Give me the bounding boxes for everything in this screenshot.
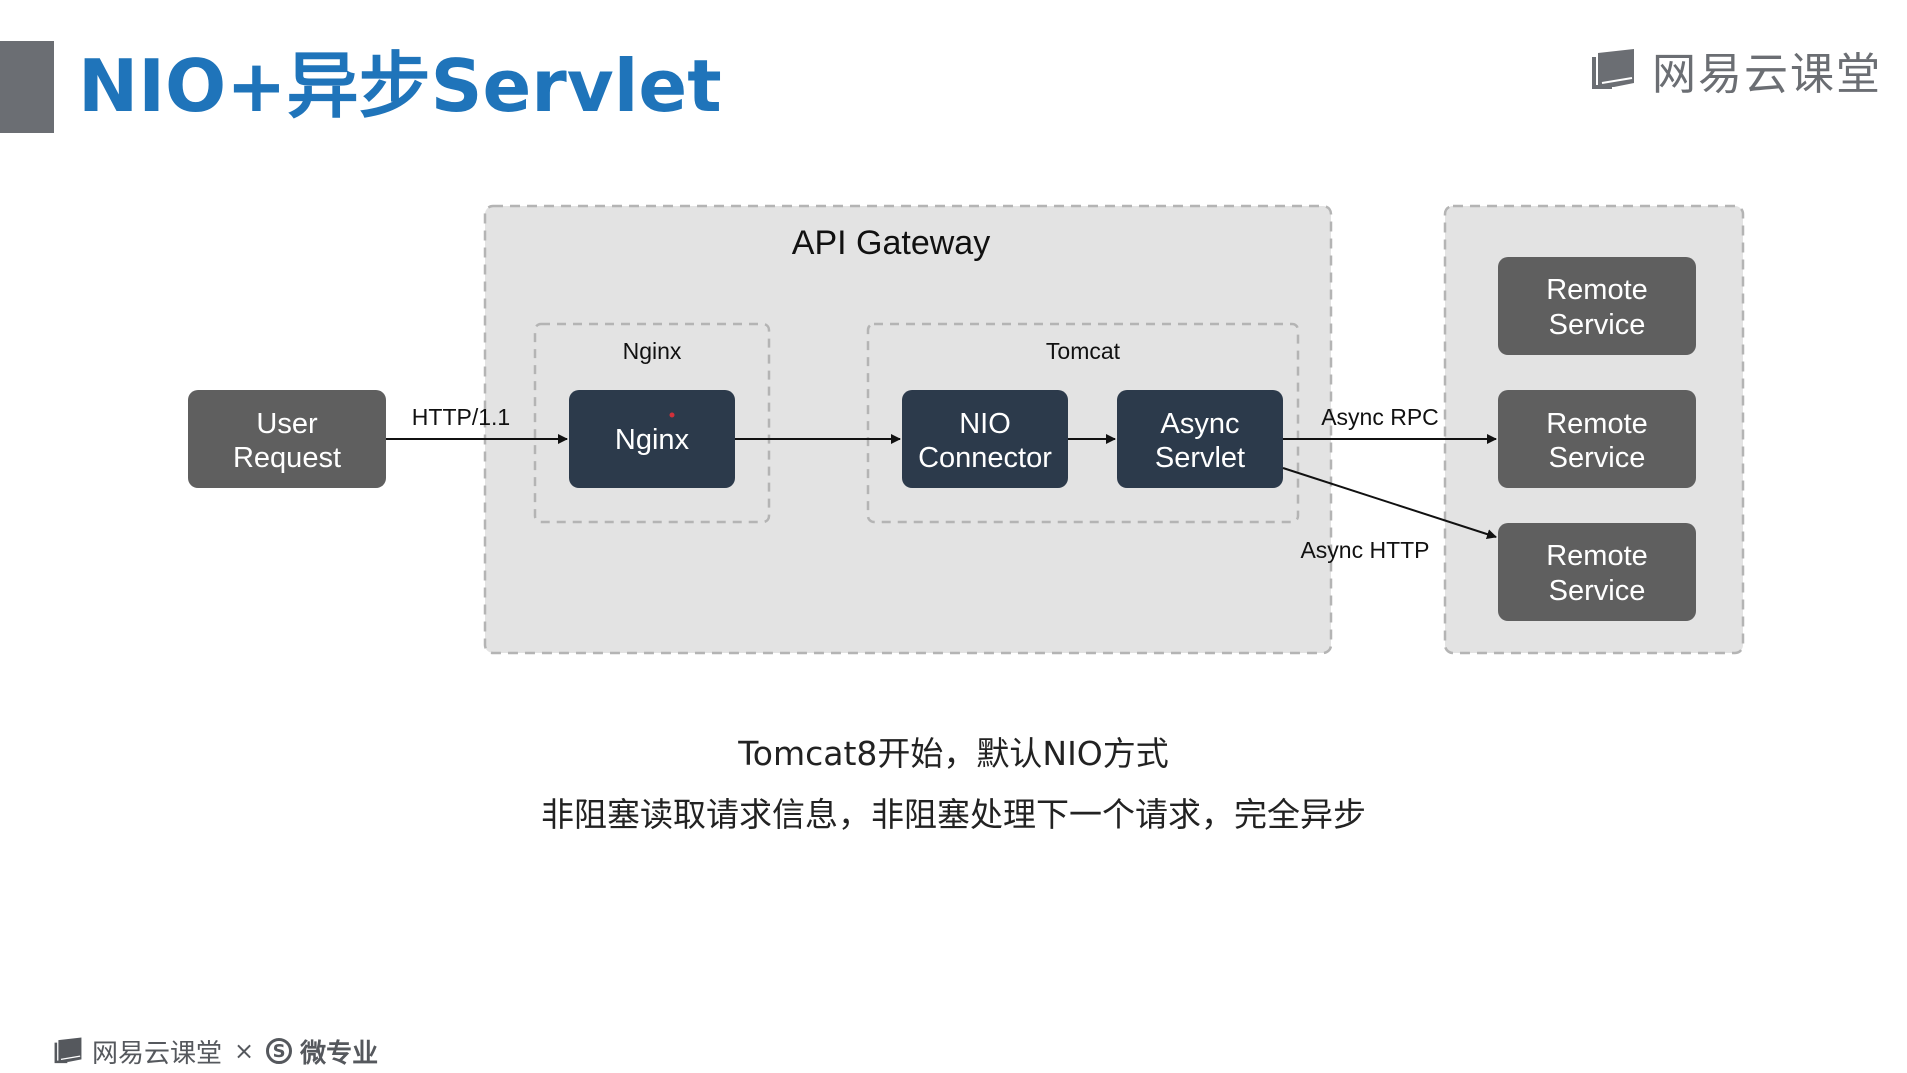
s-logo-icon: S <box>266 1038 293 1064</box>
remote-service-node-2: Remote Service <box>1498 390 1696 488</box>
edge-label-async-rpc: Async RPC <box>1321 404 1439 430</box>
user-request-node: User Request <box>188 390 386 488</box>
book-icon-small <box>52 1036 84 1066</box>
nio-connector-node: NIO Connector <box>902 390 1068 488</box>
svg-text:Servlet: Servlet <box>1155 442 1245 474</box>
footer-brand-left: 网易云课堂 <box>92 1038 223 1069</box>
edge-label-http: HTTP/1.1 <box>412 404 510 430</box>
svg-text:Request: Request <box>233 442 341 474</box>
svg-text:Service: Service <box>1549 442 1646 474</box>
footer-times: × <box>234 1037 255 1065</box>
red-dot-marker <box>669 412 675 418</box>
footer-brand: 网易云课堂 × S 微专业 <box>52 1034 379 1069</box>
edge-label-async-http: Async HTTP <box>1300 537 1429 563</box>
architecture-diagram: API Gateway Nginx Tomcat User Request Ng… <box>188 204 1745 655</box>
nginx-group-label: Nginx <box>623 338 682 364</box>
svg-text:Remote: Remote <box>1546 408 1648 440</box>
api-gateway-label: API Gateway <box>792 224 990 262</box>
remote-service-node-1: Remote Service <box>1498 257 1696 355</box>
svg-text:Service: Service <box>1549 575 1646 607</box>
svg-text:Service: Service <box>1549 309 1646 341</box>
footer-brand-right: 微专业 <box>300 1038 379 1069</box>
tomcat-group-label: Tomcat <box>1046 338 1121 364</box>
svg-text:Connector: Connector <box>918 442 1052 474</box>
svg-text:Remote: Remote <box>1546 540 1648 572</box>
nginx-node: Nginx <box>569 390 735 488</box>
caption-line-2: 非阻塞读取请求信息，非阻塞处理下一个请求，完全异步 <box>541 795 1366 834</box>
async-servlet-node: Async Servlet <box>1117 390 1283 488</box>
svg-text:Remote: Remote <box>1546 274 1648 306</box>
remote-service-node-3: Remote Service <box>1498 523 1696 621</box>
svg-text:User: User <box>256 408 318 440</box>
caption-line-1: Tomcat8开始，默认NIO方式 <box>738 734 1169 773</box>
svg-text:Nginx: Nginx <box>615 424 690 456</box>
svg-text:Async: Async <box>1161 408 1240 440</box>
svg-text:NIO: NIO <box>959 408 1011 440</box>
